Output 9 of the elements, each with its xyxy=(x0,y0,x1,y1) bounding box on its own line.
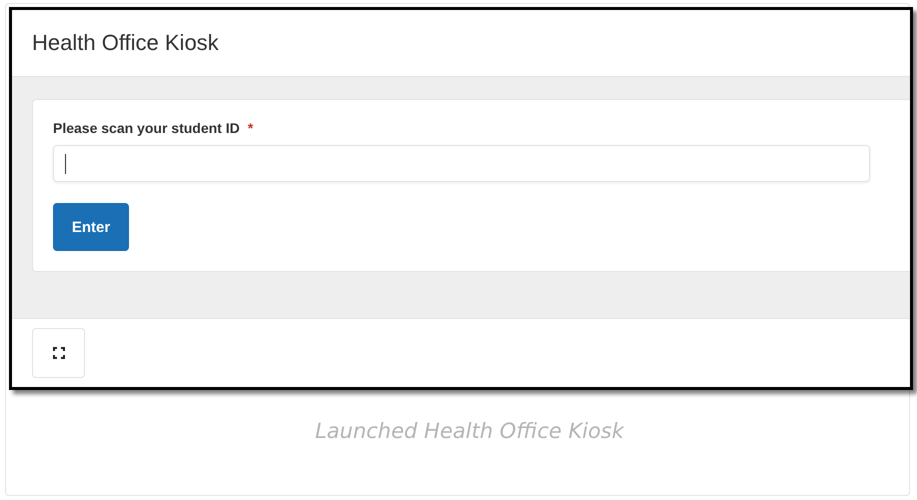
input-field[interactable] xyxy=(53,145,870,182)
window-title: Health Office Kiosk xyxy=(32,30,219,56)
field-label: Please scan your student ID xyxy=(53,120,240,136)
fullscreen-icon xyxy=(52,347,64,359)
text-cursor xyxy=(65,154,66,174)
caption: Launched Health Office Kiosk xyxy=(314,419,626,443)
fullscreen-button[interactable] xyxy=(32,328,85,378)
required-mark: * xyxy=(248,120,254,136)
enter-button[interactable]: Enter xyxy=(53,203,129,251)
